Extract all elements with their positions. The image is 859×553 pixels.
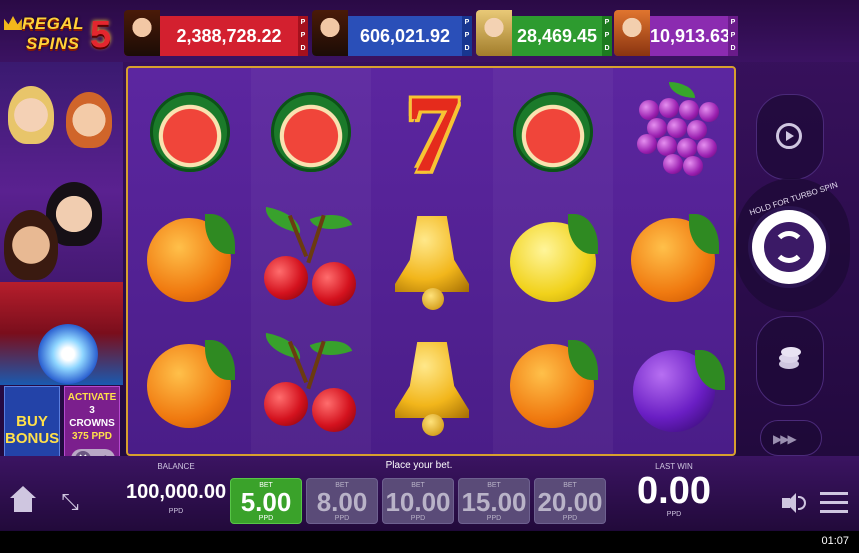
sound-button[interactable]: [780, 490, 808, 516]
last-win-value: 0.00: [637, 470, 711, 512]
orange-symbol: [498, 330, 608, 440]
game-logo: REGAL SPINS 5: [4, 10, 116, 60]
jackpot-value: 606,021.92: [359, 26, 451, 46]
balance-currency: PPD: [168, 508, 184, 515]
bet-option-8[interactable]: BET 8.00 PPD: [306, 478, 378, 524]
jackpot-1: 2,388,728.22 PPD: [124, 10, 308, 56]
character-artwork: [0, 62, 123, 385]
jackpot-portrait: [614, 10, 650, 56]
crown-icon: [4, 16, 22, 30]
balance-display: BALANCE 100,000.00 PPD: [126, 460, 226, 526]
jackpot-3: 28,469.45 PPD: [476, 10, 612, 56]
autoplay-button[interactable]: [756, 94, 824, 180]
watermelon-symbol: [498, 78, 608, 188]
bet-option-15[interactable]: BET 15.00 PPD: [458, 478, 530, 524]
bet-option-20[interactable]: BET 20.00 PPD: [534, 478, 606, 524]
activate-line1: ACTIVATE: [67, 392, 117, 403]
last-win-display: LAST WIN 0.00 PPD: [612, 460, 736, 526]
balance-value: 100,000.00: [126, 481, 227, 503]
jackpot-tag: PPD: [728, 16, 738, 56]
bell-symbol: [377, 204, 487, 314]
bet-value: 20.00: [537, 487, 603, 517]
reel-grid: 7: [126, 66, 736, 456]
jackpot-value: 2,388,728.22: [176, 26, 282, 46]
spin-icon: [764, 222, 814, 272]
bet-option-10[interactable]: BET 10.00 PPD: [382, 478, 454, 524]
jackpot-tag: PPD: [462, 16, 472, 56]
logo-line1: REGAL: [22, 14, 84, 33]
fast-play-button[interactable]: ▶▶▶: [760, 420, 822, 456]
orange-symbol: [619, 204, 729, 314]
jackpot-value: 28,469.45: [516, 26, 598, 46]
home-icon: [10, 486, 36, 498]
last-win-currency: PPD: [666, 511, 682, 518]
bet-value: 5.00: [240, 487, 292, 517]
orange-symbol: [135, 330, 245, 440]
activate-line2: 3: [89, 405, 95, 416]
plum-symbol: [619, 330, 729, 440]
autoplay-icon: [776, 123, 802, 149]
logo-line2: SPINS: [26, 34, 80, 53]
jackpot-value: 10,913.63: [650, 26, 731, 46]
bet-option-5[interactable]: BET 5.00 PPD: [230, 478, 302, 524]
coins-icon: [777, 345, 803, 371]
lemon-symbol: [498, 204, 608, 314]
character-redhead: [66, 92, 112, 148]
reel-3: 7: [372, 68, 492, 454]
jackpot-2: 606,021.92 PPD: [312, 10, 472, 56]
watermelon-symbol: [135, 78, 245, 188]
logo-number: 5: [90, 14, 112, 56]
character-blonde: [8, 86, 54, 144]
seven-symbol: 7: [405, 73, 461, 195]
activate-line3: CROWNS: [69, 418, 115, 429]
jackpot-portrait: [312, 10, 348, 56]
buy-bonus-label2: BONUS: [5, 430, 60, 447]
bet-value: 10.00: [385, 487, 451, 517]
fast-forward-icon: ▶▶▶: [773, 432, 797, 446]
place-bet-message: Place your bet.: [385, 460, 453, 471]
cherry-symbol: [256, 330, 366, 440]
orange-symbol: [135, 204, 245, 314]
home-button[interactable]: [8, 486, 38, 516]
bet-settings-button[interactable]: [756, 316, 824, 406]
grapes-symbol: [619, 78, 729, 188]
reel-4: [493, 68, 613, 454]
balance-label: BALANCE: [157, 462, 195, 471]
jackpot-portrait: [476, 10, 512, 56]
status-bar: 01:07: [0, 531, 859, 553]
reel-2: [251, 68, 371, 454]
clock: 01:07: [821, 535, 849, 547]
reel-1: [130, 68, 250, 454]
bell-symbol: [377, 330, 487, 440]
spin-button[interactable]: [752, 210, 826, 284]
watermelon-symbol: [256, 78, 366, 188]
jackpot-tag: PPD: [298, 16, 308, 56]
crystal-ball-icon: [38, 324, 98, 384]
reel-5: [614, 68, 734, 454]
character-brunette: [4, 210, 58, 280]
jackpot-4: 10,913.63 PPD: [614, 10, 738, 56]
buy-bonus-label1: BUY: [16, 413, 48, 430]
cherry-symbol: [256, 204, 366, 314]
bet-value: 8.00: [316, 487, 368, 517]
jackpot-tag: PPD: [602, 16, 612, 56]
bet-value: 15.00: [461, 487, 527, 517]
fullscreen-icon[interactable]: ⤡: [58, 490, 82, 514]
activate-line4: 375 PPD: [71, 431, 113, 442]
jackpot-portrait: [124, 10, 160, 56]
menu-button[interactable]: [820, 490, 848, 516]
